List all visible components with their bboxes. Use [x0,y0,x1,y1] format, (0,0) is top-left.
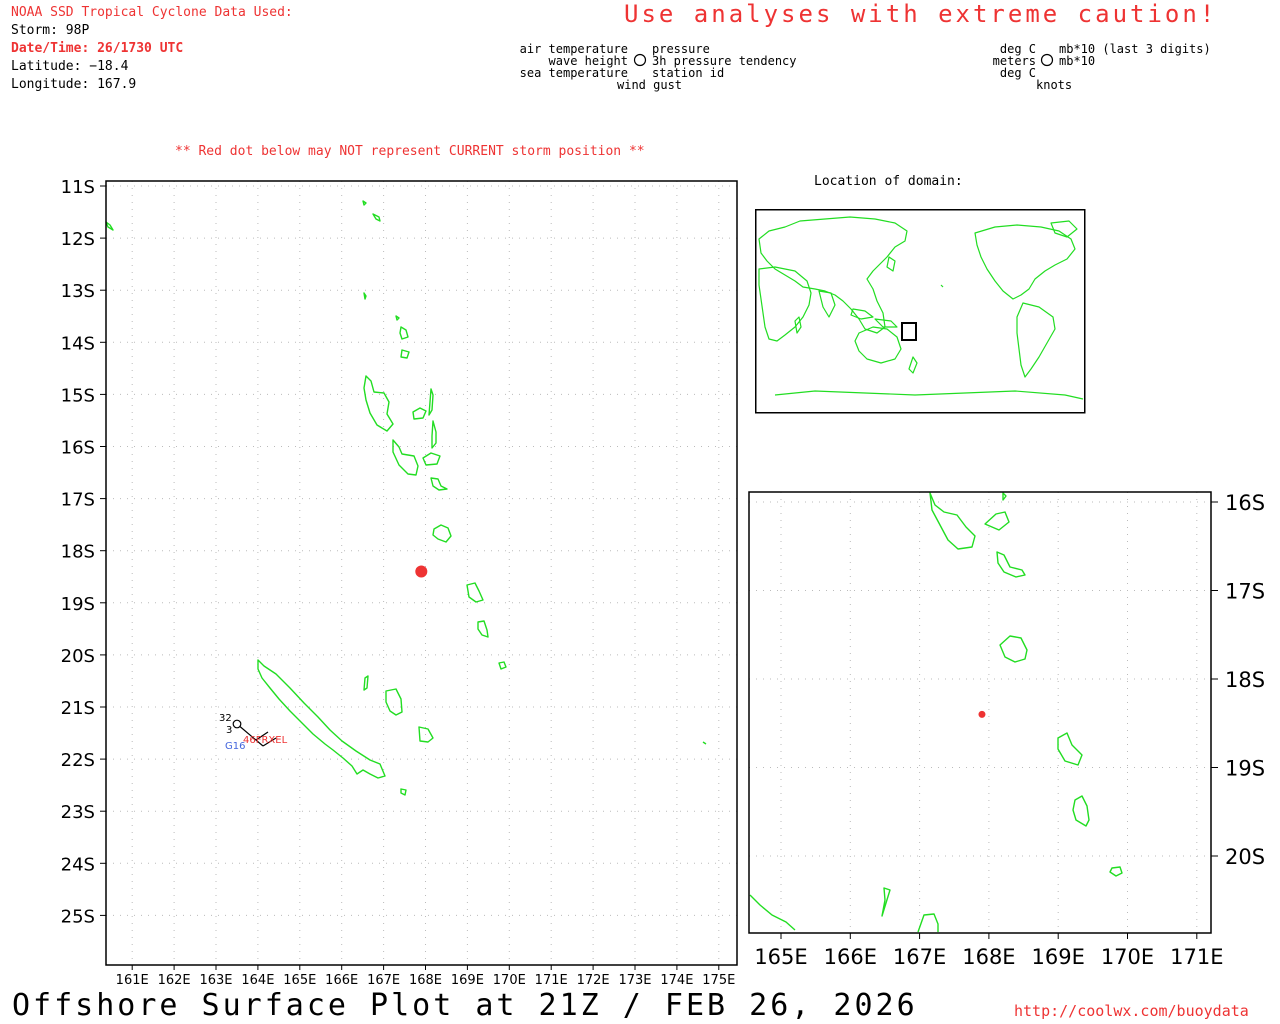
zoom-lat-label: 16S [1225,491,1265,515]
zoom-lon-axis: 165E 166E 167E 168E 169E 170E 171E [754,933,1223,969]
zoom-coast-ouvea [881,887,891,917]
zoom-lon-label: 166E [824,945,877,969]
zoom-coast-new-caledonia [749,894,796,931]
zoom-coast-tanna [1072,795,1090,827]
zoom-lon-label: 168E [962,945,1015,969]
zoom-lon-label: 167E [893,945,946,969]
zoom-storm-position-dot [978,710,986,718]
zoom-map-coastlines [749,492,1123,933]
zoom-coast-ambrym [996,551,1026,578]
zoom-coast-erromango [1057,732,1083,766]
zoom-lat-axis: 16S 17S 18S 19S 20S [1211,491,1265,869]
plot-title: Offshore Surface Plot at 21Z / FEB 26, 2… [12,988,918,1023]
zoom-lat-label: 20S [1225,845,1265,869]
zoom-lat-label: 19S [1225,757,1265,781]
zoom-map: 16S 17S 18S 19S 20S 165E 166E 167E 168E 169E 170E… [748,491,1265,969]
zoom-coast-espiritu-santo [929,492,976,550]
zoom-lat-label: 18S [1225,668,1265,692]
zoom-lon-label: 165E [754,945,807,969]
zoom-lon-label: 169E [1032,945,1085,969]
zoom-coast-lifou [917,913,939,933]
zoom-lon-label: 170E [1101,945,1154,969]
source-url[interactable]: http://coolwx.com/buoydata [1014,1002,1249,1020]
zoom-lon-label: 171E [1170,945,1223,969]
zoom-coast-aneityum [1109,866,1123,877]
zoom-coast-efate [999,635,1028,663]
zoom-lat-label: 17S [1225,580,1265,604]
zoom-coast-maewo [1002,492,1007,501]
